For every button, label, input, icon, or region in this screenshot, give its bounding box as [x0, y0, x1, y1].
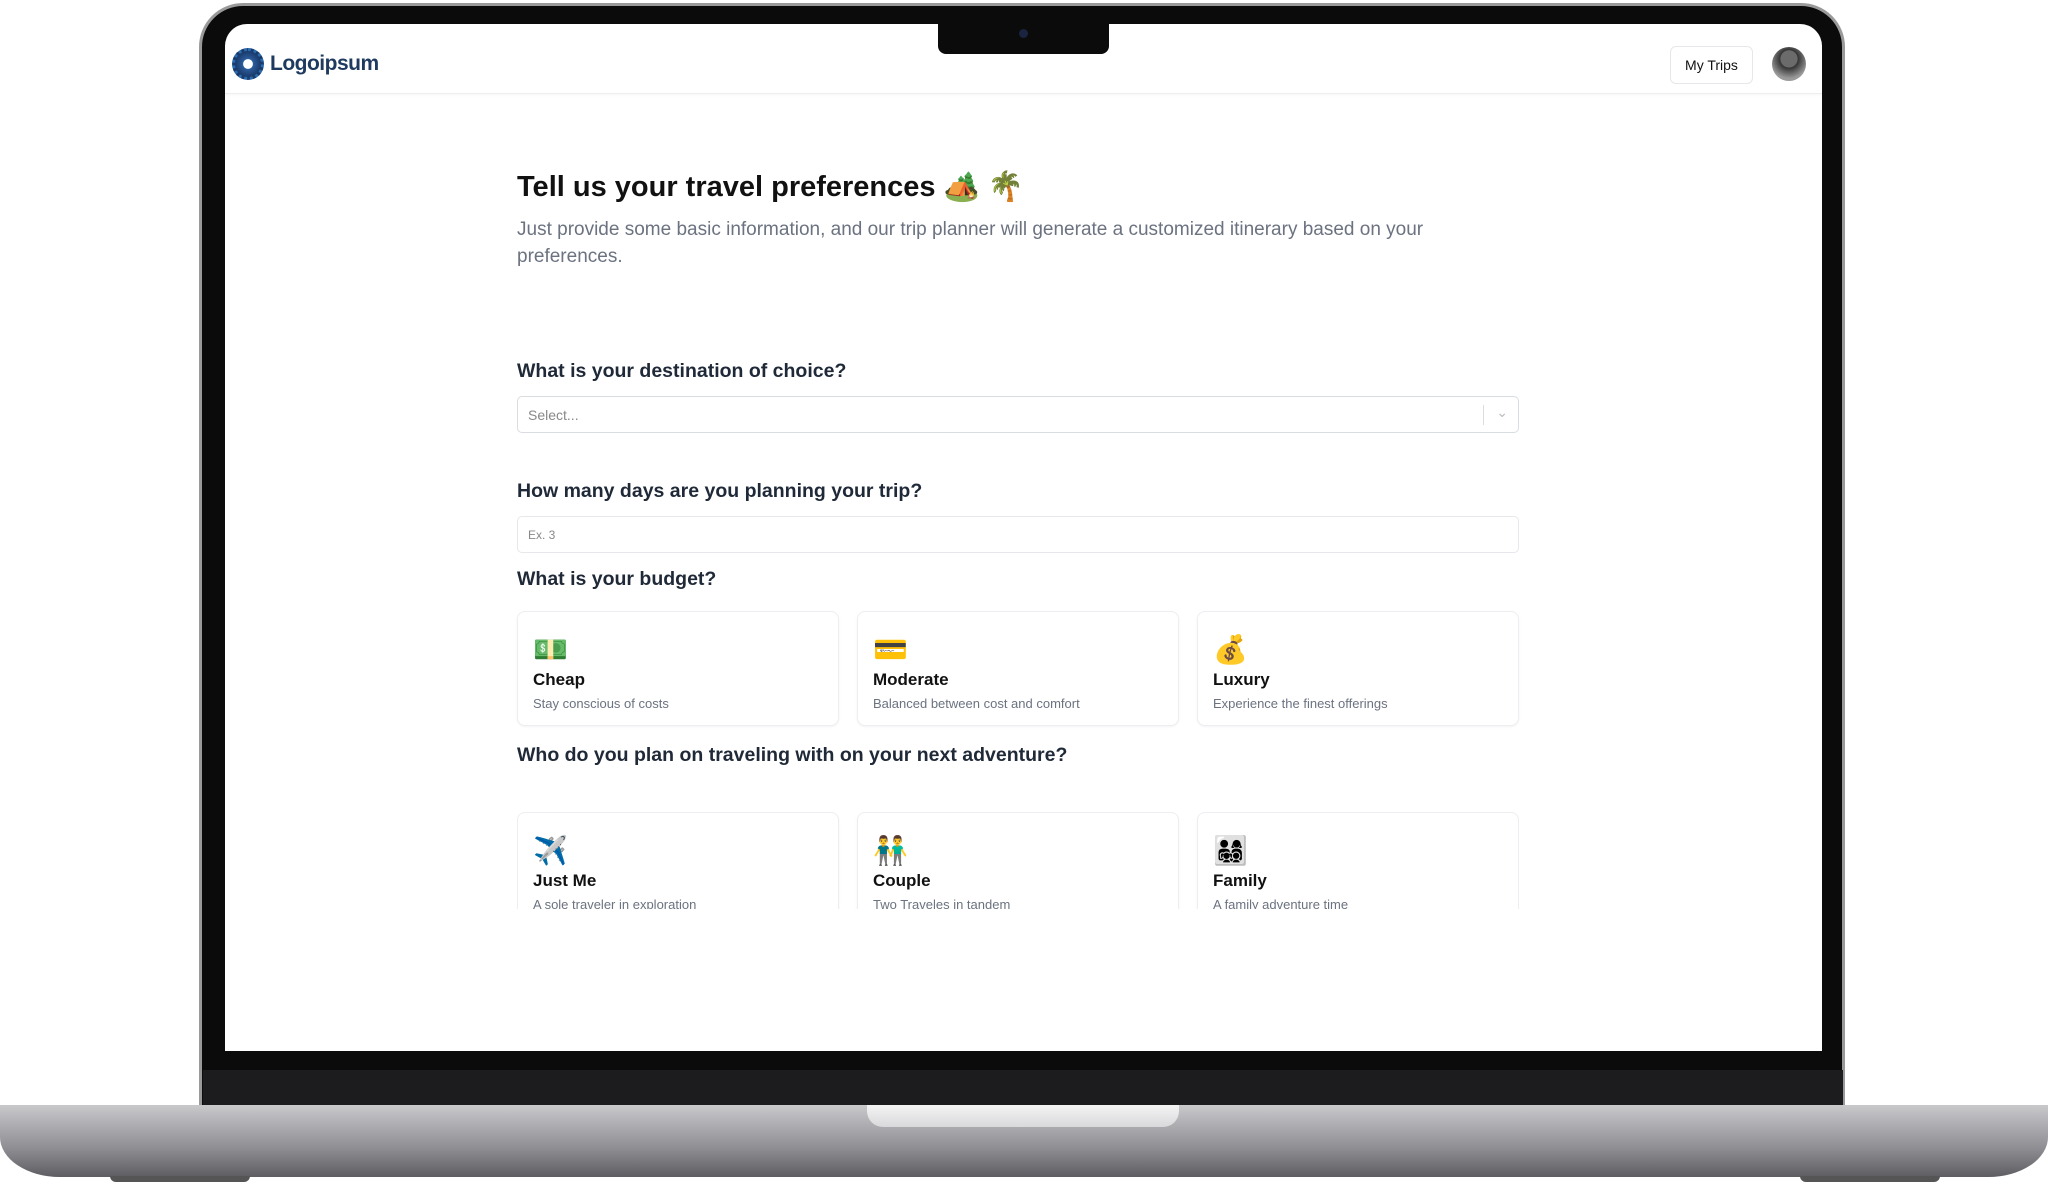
camera-icon: [1019, 29, 1028, 38]
destination-select[interactable]: Select... ⌄: [517, 396, 1519, 433]
option-desc: Two Traveles in tandem: [873, 897, 1011, 909]
option-desc: Balanced between cost and comfort: [873, 696, 1080, 711]
option-label: Cheap: [533, 670, 585, 689]
page-subtitle: Just provide some basic information, and…: [517, 219, 1424, 267]
couple-icon: 👬: [873, 835, 908, 866]
option-label: Luxury: [1213, 670, 1270, 689]
budget-option-cheap[interactable]: 💵 Cheap Stay conscious of costs: [517, 611, 839, 726]
logo[interactable]: Logoipsum: [232, 48, 379, 80]
budget-question: What is your budget?: [517, 568, 717, 590]
option-desc: Stay conscious of costs: [533, 696, 669, 711]
laptop-chin: [203, 1070, 1843, 1106]
option-label: Moderate: [873, 670, 949, 689]
option-label: Just Me: [533, 871, 597, 890]
avatar[interactable]: [1772, 47, 1806, 81]
family-icon: 👨‍👩‍👧‍👦: [1213, 835, 1248, 866]
chevron-down-icon[interactable]: ⌄: [1496, 404, 1508, 421]
days-placeholder: Ex. 3: [528, 527, 556, 542]
days-input[interactable]: Ex. 3: [517, 516, 1519, 553]
option-label: Family: [1213, 871, 1267, 890]
traveler-option-just-me[interactable]: ✈️ Just Me A sole traveler in exploratio…: [517, 812, 839, 909]
laptop-foot: [110, 1176, 250, 1182]
select-divider: [1483, 405, 1484, 425]
option-desc: A sole traveler in exploration: [533, 897, 697, 909]
laptop-foot: [1800, 1176, 1940, 1182]
budget-option-luxury[interactable]: 💰 Luxury Experience the finest offerings: [1197, 611, 1519, 726]
traveler-option-couple[interactable]: 👬 Couple Two Traveles in tandem: [857, 812, 1179, 909]
my-trips-button[interactable]: My Trips: [1670, 46, 1753, 84]
airplane-icon: ✈️: [533, 835, 568, 866]
logo-icon: [232, 48, 264, 80]
days-question: How many days are you planning your trip…: [517, 480, 923, 502]
travelers-options-viewport: ✈️ Just Me A sole traveler in exploratio…: [517, 812, 1519, 909]
option-desc: Experience the finest offerings: [1213, 696, 1388, 711]
budget-options: 💵 Cheap Stay conscious of costs 💳 Modera…: [517, 611, 1519, 726]
travelers-options: ✈️ Just Me A sole traveler in exploratio…: [517, 812, 1519, 909]
logo-text: Logoipsum: [270, 52, 379, 75]
budget-option-moderate[interactable]: 💳 Moderate Balanced between cost and com…: [857, 611, 1179, 726]
page-title: Tell us your travel preferences 🏕️ 🌴: [517, 171, 1024, 203]
destination-placeholder: Select...: [528, 406, 579, 423]
traveler-option-family[interactable]: 👨‍👩‍👧‍👦 Family A family adventure time: [1197, 812, 1519, 909]
credit-card-icon: 💳: [873, 634, 908, 665]
option-label: Couple: [873, 871, 931, 890]
camera-notch: [938, 24, 1109, 54]
destination-question: What is your destination of choice?: [517, 360, 847, 382]
option-desc: A family adventure time: [1213, 897, 1349, 909]
travelers-question: Who do you plan on traveling with on you…: [517, 744, 1068, 766]
money-icon: 💵: [533, 634, 568, 665]
laptop-trough: [867, 1105, 1179, 1127]
app-screen: Logoipsum My Trips Tell us your travel p…: [225, 24, 1822, 1051]
money-bag-icon: 💰: [1213, 634, 1248, 665]
